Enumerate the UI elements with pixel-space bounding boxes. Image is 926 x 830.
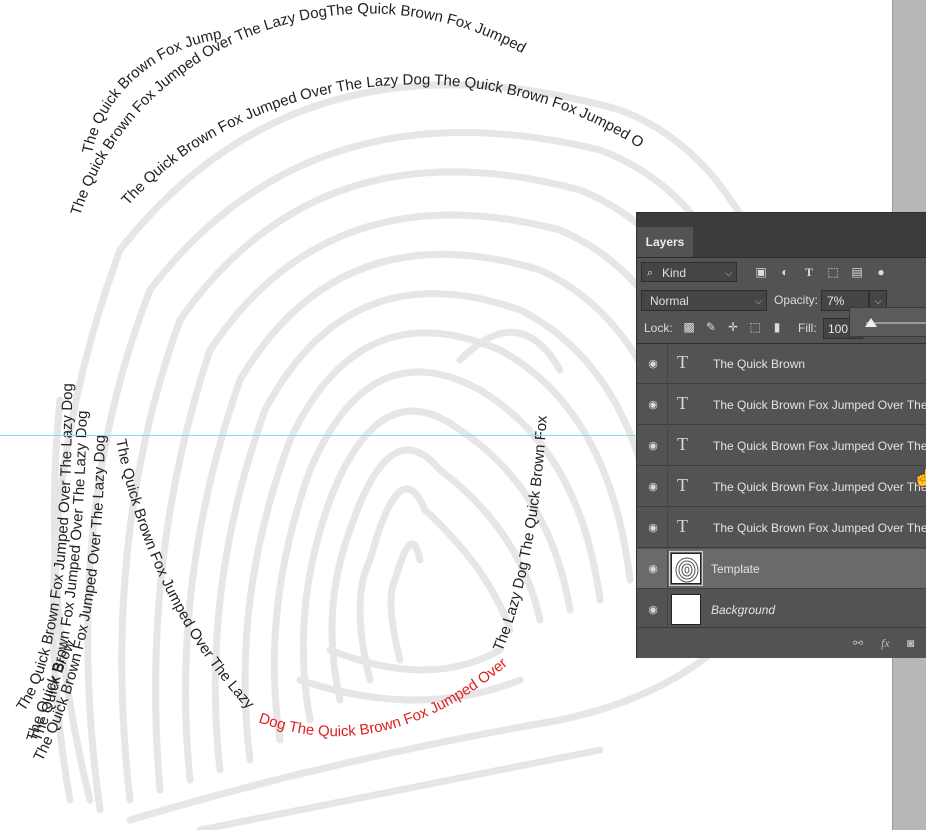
layer-name[interactable]: Template [711,562,760,576]
divider [667,508,668,548]
layers-panel: Layers ⌕ Kind ⌵ ▣ ◐ T ⬚ ▤ ● Normal ⌵ Opa… [636,212,926,658]
eye-icon[interactable]: ◉ [645,563,661,575]
search-icon: ⌕ [647,267,654,279]
kind-filter-select[interactable]: ⌕ Kind ⌵ [641,262,737,282]
layer-name[interactable]: The Quick Brown Fox Jumped Over The [713,521,926,535]
fx-icon[interactable]: fx [881,636,890,651]
layer-row[interactable]: ◉ T The Quick Brown [637,344,926,384]
opacity-label: Opacity: [774,293,819,307]
layer-name[interactable]: The Quick Brown Fox Jumped Over The [713,439,926,453]
lock-artboard-icon[interactable]: ⬚ [748,320,762,334]
layer-row[interactable]: ◉ T The Quick Brown Fox Jumped Over The [637,385,926,425]
lock-image-pixels-icon[interactable]: ✎ [704,320,718,334]
lock-transparent-pixels-icon[interactable]: ▩ [682,320,696,334]
opacity-slider-thumb[interactable] [865,318,877,327]
layer-name[interactable]: The Quick Brown [713,357,805,371]
text-layer-icon: T [677,516,688,536]
fill-label: Fill: [798,321,817,335]
eye-icon[interactable]: ◉ [645,399,661,411]
divider [667,549,668,589]
chevron-down-icon: ⌵ [755,296,762,306]
lock-all-icon[interactable]: ▮ [770,320,784,334]
image-filter-icon[interactable]: ▣ [753,264,769,280]
eye-icon[interactable]: ◉ [645,440,661,452]
layer-name[interactable]: The Quick Brown Fox Jumped Over The [713,480,926,494]
divider [667,590,668,630]
text-layer-icon: T [677,352,688,372]
chevron-down-icon: ⌵ [874,296,882,306]
eye-icon[interactable]: ◉ [645,358,661,370]
panel-header-strip[interactable] [637,213,926,227]
layer-name[interactable]: Background [711,603,775,617]
layer-row-selected[interactable]: ◉ Template [637,549,926,589]
divider [667,344,668,384]
layer-row[interactable]: ◉ T The Quick Brown Fox Jumped Over The [637,467,926,507]
type-filter-icon[interactable]: T [801,264,817,280]
blend-mode-select[interactable]: Normal ⌵ [641,290,767,311]
opacity-slider-popup [849,307,926,337]
blend-mode-value: Normal [650,294,689,308]
layer-filter-row: ⌕ Kind ⌵ ▣ ◐ T ⬚ ▤ ● [637,259,926,285]
divider [667,385,668,425]
smart-object-filter-icon[interactable]: ▤ [849,264,865,280]
eye-icon[interactable]: ◉ [645,481,661,493]
text-layer-icon: T [677,434,688,454]
layer-thumbnail-fingerprint [669,551,703,586]
filter-toggle-icon[interactable]: ● [873,264,889,280]
divider [667,467,668,507]
lock-label: Lock: [644,321,673,335]
divider [667,426,668,466]
lock-position-icon[interactable]: ✛ [726,320,740,334]
text-layer-icon: T [677,475,688,495]
eye-icon[interactable]: ◉ [645,604,661,616]
shape-filter-icon[interactable]: ⬚ [825,264,841,280]
kind-filter-label: Kind [662,266,687,280]
layer-thumbnail-white [671,594,701,625]
layer-name[interactable]: The Quick Brown Fox Jumped Over The [713,398,926,412]
fingerprint-thumbnail-icon [675,557,699,583]
text-layer-icon: T [677,393,688,413]
layers-panel-footer: ⚯ fx ◙ [637,627,926,658]
chevron-down-icon: ⌵ [725,268,732,278]
layer-row[interactable]: ◉ Background [637,590,926,630]
layer-list: ◉ T The Quick Brown ◉ T The Quick Brown … [637,343,926,630]
layer-row[interactable]: ◉ T The Quick Brown Fox Jumped Over The [637,426,926,466]
adjustment-filter-icon[interactable]: ◐ [777,264,793,280]
add-mask-icon[interactable]: ◙ [907,636,914,650]
eye-icon[interactable]: ◉ [645,522,661,534]
hand-cursor-icon: ☝ [913,470,926,487]
tab-layers[interactable]: Layers [637,227,693,257]
layer-row[interactable]: ◉ T The Quick Brown Fox Jumped Over The [637,508,926,548]
link-layers-icon[interactable]: ⚯ [853,636,863,650]
panel-tab-bar: Layers [637,227,926,258]
